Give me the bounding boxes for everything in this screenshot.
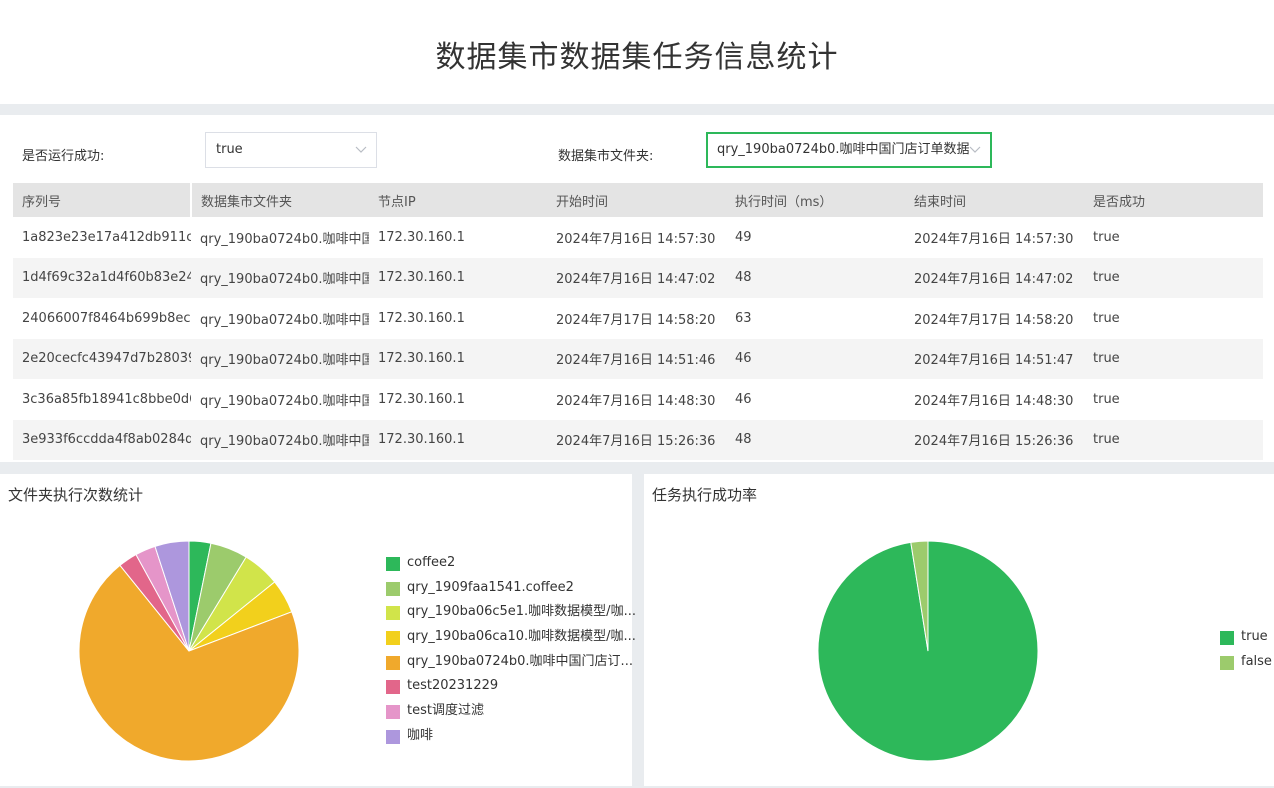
legend-swatch bbox=[386, 729, 400, 744]
cell-start-time: 2024年7月16日 14:48:30 bbox=[547, 379, 726, 420]
cell-success: true bbox=[1084, 257, 1263, 298]
success-select[interactable]: true bbox=[205, 132, 377, 168]
cell-serial: 3e933f6ccdda4f8ab0284df bbox=[13, 419, 191, 460]
cell-exec-time: 48 bbox=[726, 419, 905, 460]
legend-label: qry_190ba06ca10.咖啡数据模型/咖... bbox=[407, 629, 636, 645]
chevron-down-icon bbox=[969, 134, 981, 166]
column-header-exec-time[interactable]: 执行时间（ms） bbox=[726, 183, 905, 217]
table-row[interactable]: 1d4f69c32a1d4f60b83e244 qry_190ba0724b0.… bbox=[13, 257, 1263, 298]
cell-node-ip: 172.30.160.1 bbox=[369, 257, 547, 298]
legend-swatch bbox=[386, 631, 400, 646]
table-row[interactable]: 3e933f6ccdda4f8ab0284df qry_190ba0724b0.… bbox=[13, 419, 1263, 460]
folder-exec-pie bbox=[78, 540, 300, 762]
cell-node-ip: 172.30.160.1 bbox=[369, 419, 547, 460]
success-rate-chart-card: 任务执行成功率 true false bbox=[644, 474, 1274, 786]
chart-title: 任务执行成功率 bbox=[652, 486, 758, 504]
cell-end-time: 2024年7月16日 14:57:30 bbox=[905, 217, 1084, 258]
cell-end-time: 2024年7月16日 14:47:02 bbox=[905, 257, 1084, 298]
column-header-start-time[interactable]: 开始时间 bbox=[547, 183, 726, 217]
task-table: 序列号 数据集市文件夹 节点IP 开始时间 执行时间（ms） 结束时间 是否成功… bbox=[13, 183, 1263, 460]
legend-swatch bbox=[386, 557, 400, 571]
cell-end-time: 2024年7月16日 14:51:47 bbox=[905, 338, 1084, 379]
cell-folder: qry_190ba0724b0.咖啡中国 bbox=[191, 379, 369, 420]
table-row[interactable]: 1a823e23e17a412db911cf5 qry_190ba0724b0.… bbox=[13, 217, 1263, 258]
cell-serial: 1a823e23e17a412db911cf5 bbox=[13, 217, 191, 258]
legend-label: qry_1909faa1541.coffee2 bbox=[407, 579, 574, 595]
folder-select-value: qry_190ba0724b0.咖啡中国门店订单数据 bbox=[717, 142, 970, 157]
task-panel: 是否运行成功: true 数据集市文件夹: qry_190ba0724b0.咖啡… bbox=[0, 115, 1274, 462]
legend-swatch bbox=[386, 705, 400, 720]
legend-swatch bbox=[386, 581, 400, 596]
folder-exec-chart-card: 文件夹执行次数统计 coffee2 qry_1909faa1541.coffee2… bbox=[0, 474, 636, 786]
cell-serial: 3c36a85fb18941c8bbe0d6 bbox=[13, 379, 191, 420]
legend-swatch bbox=[1220, 631, 1234, 645]
cell-success: true bbox=[1084, 338, 1263, 379]
cell-start-time: 2024年7月16日 14:51:46 bbox=[547, 338, 726, 379]
cell-start-time: 2024年7月16日 14:47:02 bbox=[547, 257, 726, 298]
cell-start-time: 2024年7月16日 14:57:30 bbox=[547, 217, 726, 258]
cell-start-time: 2024年7月16日 15:26:36 bbox=[547, 419, 726, 460]
column-header-folder[interactable]: 数据集市文件夹 bbox=[191, 183, 369, 217]
cell-exec-time: 49 bbox=[726, 217, 905, 258]
table-row[interactable]: 24066007f8464b699b8ec6 qry_190ba0724b0.咖… bbox=[13, 298, 1263, 339]
cell-node-ip: 172.30.160.1 bbox=[369, 217, 547, 258]
column-header-serial[interactable]: 序列号 bbox=[13, 183, 192, 217]
cell-folder: qry_190ba0724b0.咖啡中国 bbox=[191, 419, 369, 460]
chevron-down-icon bbox=[355, 133, 367, 167]
legend-swatch bbox=[386, 606, 400, 621]
cell-success: true bbox=[1084, 379, 1263, 420]
cell-node-ip: 172.30.160.1 bbox=[369, 298, 547, 339]
cell-folder: qry_190ba0724b0.咖啡中国 bbox=[191, 257, 369, 298]
cell-folder: qry_190ba0724b0.咖啡中国 bbox=[191, 217, 369, 258]
legend-label: qry_190ba0724b0.咖啡中国门店订... bbox=[407, 653, 633, 669]
column-header-node-ip[interactable]: 节点IP bbox=[369, 183, 547, 217]
cell-exec-time: 48 bbox=[726, 257, 905, 298]
cell-success: true bbox=[1084, 419, 1263, 460]
cell-end-time: 2024年7月17日 14:58:20 bbox=[905, 298, 1084, 339]
cell-node-ip: 172.30.160.1 bbox=[369, 338, 547, 379]
column-header-end-time[interactable]: 结束时间 bbox=[905, 183, 1084, 217]
cell-folder: qry_190ba0724b0.咖啡中国 bbox=[191, 338, 369, 379]
chart-title: 文件夹执行次数统计 bbox=[8, 486, 144, 504]
cell-start-time: 2024年7月17日 14:58:20 bbox=[547, 298, 726, 339]
cell-node-ip: 172.30.160.1 bbox=[369, 379, 547, 420]
cell-folder: qry_190ba0724b0.咖啡中国 bbox=[191, 298, 369, 339]
legend-swatch bbox=[386, 680, 400, 695]
folder-filter-label: 数据集市文件夹: bbox=[558, 149, 654, 164]
success-rate-pie bbox=[817, 540, 1039, 762]
legend-swatch bbox=[1220, 655, 1234, 670]
cell-serial: 24066007f8464b699b8ec6 bbox=[13, 298, 191, 339]
legend-label: 咖啡 bbox=[407, 727, 434, 743]
success-select-value: true bbox=[216, 142, 243, 157]
success-filter-label: 是否运行成功: bbox=[22, 149, 105, 164]
cell-exec-time: 63 bbox=[726, 298, 905, 339]
cell-serial: 1d4f69c32a1d4f60b83e244 bbox=[13, 257, 191, 298]
page-header: 数据集市数据集任务信息统计 bbox=[0, 0, 1274, 104]
page-title: 数据集市数据集任务信息统计 bbox=[435, 40, 839, 75]
legend-label: test20231229 bbox=[407, 678, 499, 694]
table-row[interactable]: 3c36a85fb18941c8bbe0d6 qry_190ba0724b0.咖… bbox=[13, 379, 1263, 420]
cell-end-time: 2024年7月16日 14:48:30 bbox=[905, 379, 1084, 420]
cell-serial: 2e20cecfc43947d7b280393 bbox=[13, 338, 191, 379]
legend-swatch bbox=[386, 655, 400, 670]
legend-label: true bbox=[1241, 629, 1268, 644]
cell-exec-time: 46 bbox=[726, 379, 905, 420]
table-row[interactable]: 2e20cecfc43947d7b280393 qry_190ba0724b0.… bbox=[13, 338, 1263, 379]
folder-select[interactable]: qry_190ba0724b0.咖啡中国门店订单数据 bbox=[706, 132, 992, 168]
legend-label: qry_190ba06c5e1.咖啡数据模型/咖... bbox=[407, 604, 636, 620]
table-header-row: 序列号 数据集市文件夹 节点IP 开始时间 执行时间（ms） 结束时间 是否成功 bbox=[13, 183, 1263, 217]
column-header-success[interactable]: 是否成功 bbox=[1084, 183, 1263, 217]
cell-success: true bbox=[1084, 217, 1263, 258]
legend-label: false bbox=[1241, 653, 1272, 669]
legend-label: coffee2 bbox=[407, 555, 456, 570]
legend-label: test调度过滤 bbox=[407, 703, 484, 719]
cell-end-time: 2024年7月16日 15:26:36 bbox=[905, 419, 1084, 460]
cell-exec-time: 46 bbox=[726, 338, 905, 379]
cell-success: true bbox=[1084, 298, 1263, 339]
